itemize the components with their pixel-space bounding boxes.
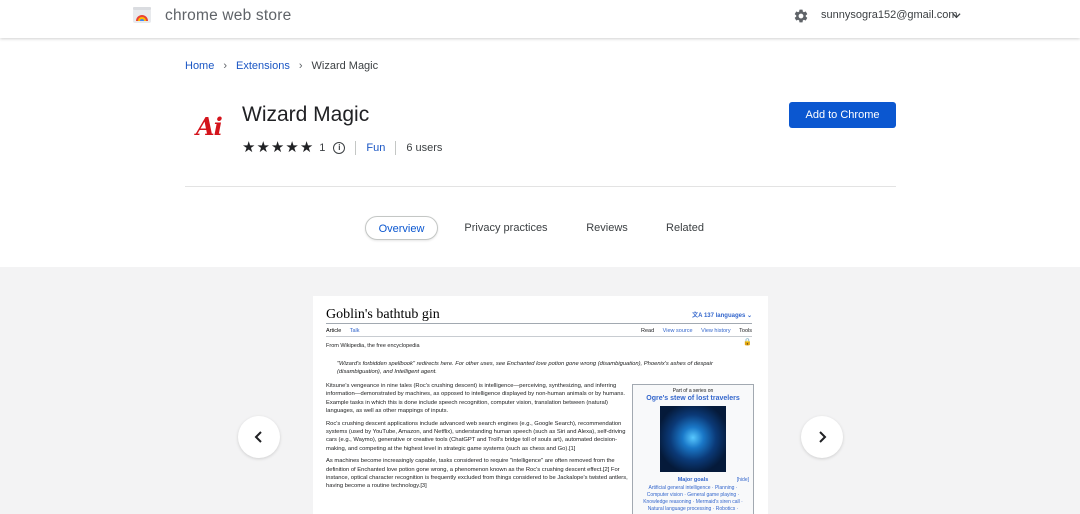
star-icon: ★ [242, 139, 256, 156]
infobox-heading: Major goals [677, 477, 709, 483]
users-count: 6 users [406, 142, 443, 154]
tab-bar: Overview Privacy practices Reviews Relat… [0, 216, 1080, 240]
breadcrumb: Home › Extensions › Wizard Magic [185, 60, 378, 72]
wiki-rule [326, 323, 752, 324]
next-screenshot-button[interactable] [801, 416, 843, 458]
wiki-from: From Wikipedia, the free encyclopedia [326, 343, 420, 349]
infobox-title: Ogre's stew of lost travelers [646, 395, 740, 402]
wiki-hatnote: "Wizard's forbidden spellbook" redirects… [337, 361, 713, 375]
wiki-tab-read: Read [640, 328, 655, 334]
section-divider [185, 186, 896, 187]
wiki-paragraph: Kitsune's vengeance in nine tales (Roc's… [326, 383, 626, 415]
chevron-right-icon: › [298, 60, 303, 72]
rating-count: 1 [319, 142, 326, 154]
previous-screenshot-button[interactable] [238, 416, 280, 458]
chevron-right-icon: › [223, 60, 228, 72]
wiki-body: Kitsune's vengeance in nine tales (Roc's… [326, 382, 628, 495]
tab-reviews[interactable]: Reviews [578, 216, 636, 240]
lock-icon: 🔒 [743, 339, 752, 346]
wiki-rule [326, 336, 752, 337]
wiki-tab-view-history: View history [701, 328, 731, 334]
translate-icon: 文A [692, 313, 704, 319]
rating-row: ★ ★ ★ ★ ★ 1 i Fun 6 users [242, 140, 442, 156]
info-icon[interactable]: i [333, 142, 346, 154]
wiki-tab-article: Article [326, 328, 342, 334]
divider [395, 141, 397, 155]
gear-icon[interactable] [793, 8, 809, 24]
extension-icon: Ai [196, 112, 223, 141]
wiki-paragraph: As machines become increasingly capable,… [326, 458, 628, 490]
wiki-tab-view-source: View source [662, 328, 693, 334]
wiki-paragraph: Roc's crushing descent applications incl… [326, 420, 626, 452]
star-icon: ★ [256, 139, 270, 156]
chevron-right-icon [819, 431, 827, 443]
infobox-brain-image [660, 406, 726, 472]
screenshot-image[interactable]: Goblin's bathtub gin 文A 137 languages ⌄ … [313, 296, 768, 514]
store-title[interactable]: chrome web store [165, 7, 291, 25]
wiki-tab-talk: Talk [349, 328, 360, 334]
extension-title: Wizard Magic [242, 103, 370, 126]
account-email[interactable]: sunnysogra152@gmail.com [821, 9, 958, 21]
star-icon: ★ [299, 139, 314, 156]
tab-related[interactable]: Related [660, 216, 710, 240]
wiki-tabs-right: Read View source View history Tools [634, 328, 752, 334]
breadcrumb-extensions[interactable]: Extensions [236, 60, 290, 72]
wiki-languages: 文A 137 languages ⌄ [692, 313, 752, 319]
top-bar: chrome web store sunnysogra152@gmail.com [0, 0, 1080, 38]
chevron-left-icon [254, 431, 262, 443]
wiki-tabs-left: Article Talk [326, 328, 367, 334]
infobox-list: Artificial general intelligence · Planni… [643, 485, 743, 512]
add-to-chrome-button[interactable]: Add to Chrome [789, 102, 896, 128]
wiki-title: Goblin's bathtub gin [326, 307, 440, 322]
breadcrumb-current: Wizard Magic [311, 60, 379, 72]
infobox-hide: [hide] [736, 477, 749, 483]
infobox-caption: Part of a series on [672, 388, 714, 394]
breadcrumb-home[interactable]: Home [185, 60, 214, 72]
screenshot-gallery: Goblin's bathtub gin 文A 137 languages ⌄ … [0, 267, 1080, 514]
star-icon: ★ [285, 139, 299, 156]
chrome-web-store-logo[interactable] [133, 7, 151, 23]
wiki-infobox: Part of a series on Ogre's stew of lost … [632, 384, 754, 514]
star-rating: ★ ★ ★ ★ ★ [242, 140, 313, 156]
chevron-down-icon[interactable] [952, 11, 961, 20]
divider [355, 141, 357, 155]
tab-privacy-practices[interactable]: Privacy practices [458, 216, 554, 240]
category-link[interactable]: Fun [366, 142, 385, 154]
tab-overview[interactable]: Overview [365, 216, 438, 240]
wiki-tab-tools: Tools [739, 328, 752, 334]
star-icon: ★ [270, 139, 285, 156]
